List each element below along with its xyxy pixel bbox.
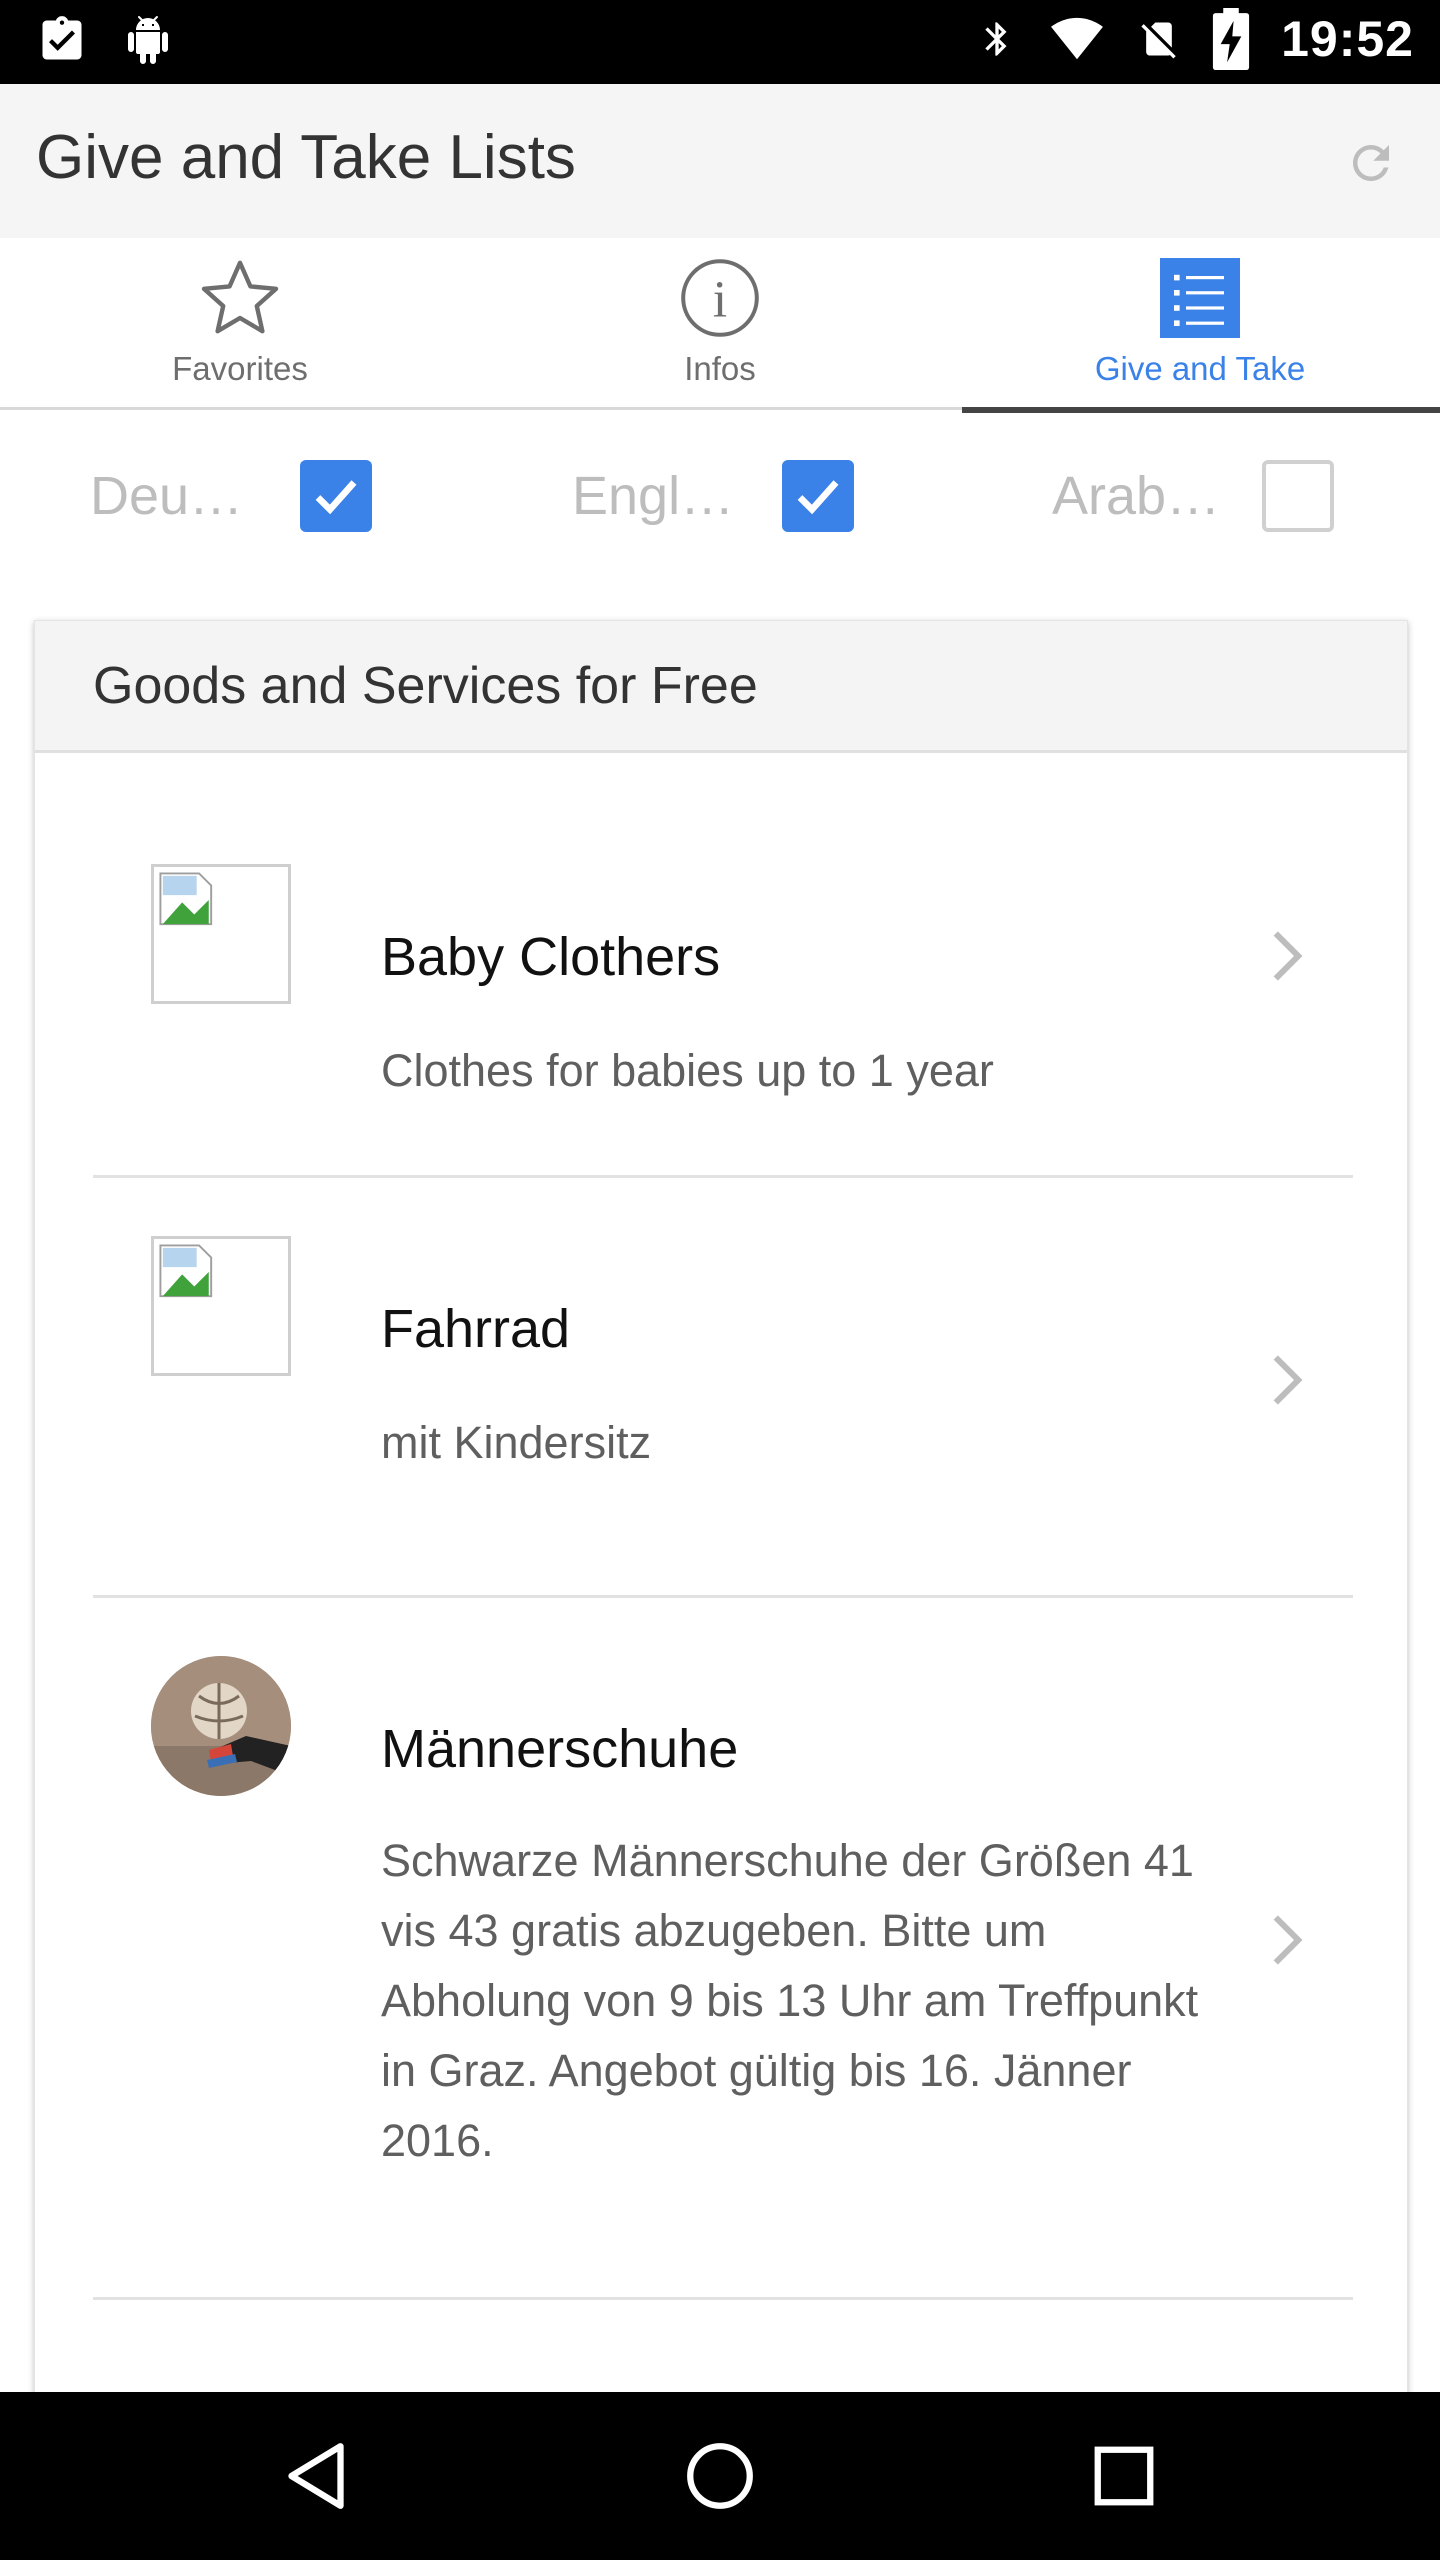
home-icon[interactable]: [678, 2434, 762, 2518]
tab-give-and-take[interactable]: Give and Take: [960, 238, 1440, 413]
tab-label: Infos: [684, 350, 756, 387]
item-image: [151, 1236, 291, 1376]
language-filter-english[interactable]: Engl…: [572, 460, 854, 532]
language-filter: Deu… Engl… Arab…: [0, 430, 1440, 560]
item-description: Clothes for babies up to 1 year: [381, 1045, 994, 1096]
card-header: Goods and Services for Free: [35, 621, 1407, 753]
svg-text:i: i: [713, 271, 727, 328]
tab-favorites[interactable]: Favorites: [0, 238, 480, 410]
broken-image-icon: [159, 872, 213, 926]
tab-label: Favorites: [172, 350, 308, 387]
photo-avatar: [151, 1656, 291, 1796]
item-title: Männerschuhe: [381, 1719, 739, 1779]
chevron-right-icon: [1273, 931, 1303, 981]
bluetooth-icon: [985, 22, 1007, 56]
item-description: mit Kindersitz: [381, 1417, 652, 1468]
item-image: [151, 864, 291, 1004]
item-title: Fahrrad: [381, 1299, 571, 1359]
status-bar: 19:52: [0, 0, 1440, 84]
language-filter-arabic[interactable]: Arab…: [1052, 460, 1334, 532]
navigation-bar: [0, 2392, 1440, 2560]
chevron-right-icon: [1273, 1355, 1303, 1405]
card-title: Goods and Services for Free: [93, 656, 758, 715]
soccer-photo-icon: [151, 1656, 291, 1796]
give-take-card: Goods and Services for Free Baby Clother…: [34, 620, 1408, 2400]
german-checkbox[interactable]: [300, 460, 372, 532]
list-item[interactable]: Baby Clothers Clothes for babies up to 1…: [93, 756, 1353, 1178]
clock: 19:52: [1281, 11, 1414, 67]
checkmark-icon: [797, 480, 839, 515]
battery-charging-icon: [1213, 8, 1250, 70]
checkmark-icon: [315, 480, 357, 515]
english-checkbox[interactable]: [782, 460, 854, 532]
recents-icon[interactable]: [1082, 2434, 1166, 2518]
clipboard-check-icon: [42, 16, 82, 60]
tab-label: Give and Take: [1094, 350, 1306, 387]
back-icon[interactable]: [274, 2434, 358, 2518]
language-filter-german[interactable]: Deu…: [90, 460, 372, 532]
star-outline-icon: [201, 260, 279, 334]
tab-bar: Favorites i Infos Give and Take: [0, 238, 1440, 413]
wifi-icon: [1051, 17, 1103, 60]
list-item[interactable]: Männerschuhe Schwarze Männerschuhe der G…: [93, 1598, 1353, 2300]
no-sim-icon: [1141, 22, 1176, 59]
app-bar: Give and Take Lists: [0, 84, 1440, 238]
list-item[interactable]: Fahrrad mit Kindersitz: [93, 1178, 1353, 1598]
list-icon: [1160, 258, 1240, 338]
chevron-right-icon: [1273, 1915, 1303, 1965]
item-description: Schwarze Männerschuhe der Größen 41 vis …: [381, 1835, 1199, 2166]
language-label: Arab…: [1052, 466, 1221, 526]
tab-infos[interactable]: i Infos: [480, 238, 960, 410]
arabic-checkbox[interactable]: [1262, 460, 1334, 532]
item-title: Baby Clothers: [381, 927, 721, 987]
language-label: Deu…: [90, 466, 244, 526]
refresh-icon[interactable]: [1344, 136, 1398, 190]
language-label: Engl…: [572, 466, 735, 526]
broken-image-icon: [159, 1244, 213, 1298]
info-circle-icon: i: [681, 259, 759, 337]
page-title: Give and Take Lists: [36, 123, 576, 192]
android-icon: [128, 16, 168, 64]
